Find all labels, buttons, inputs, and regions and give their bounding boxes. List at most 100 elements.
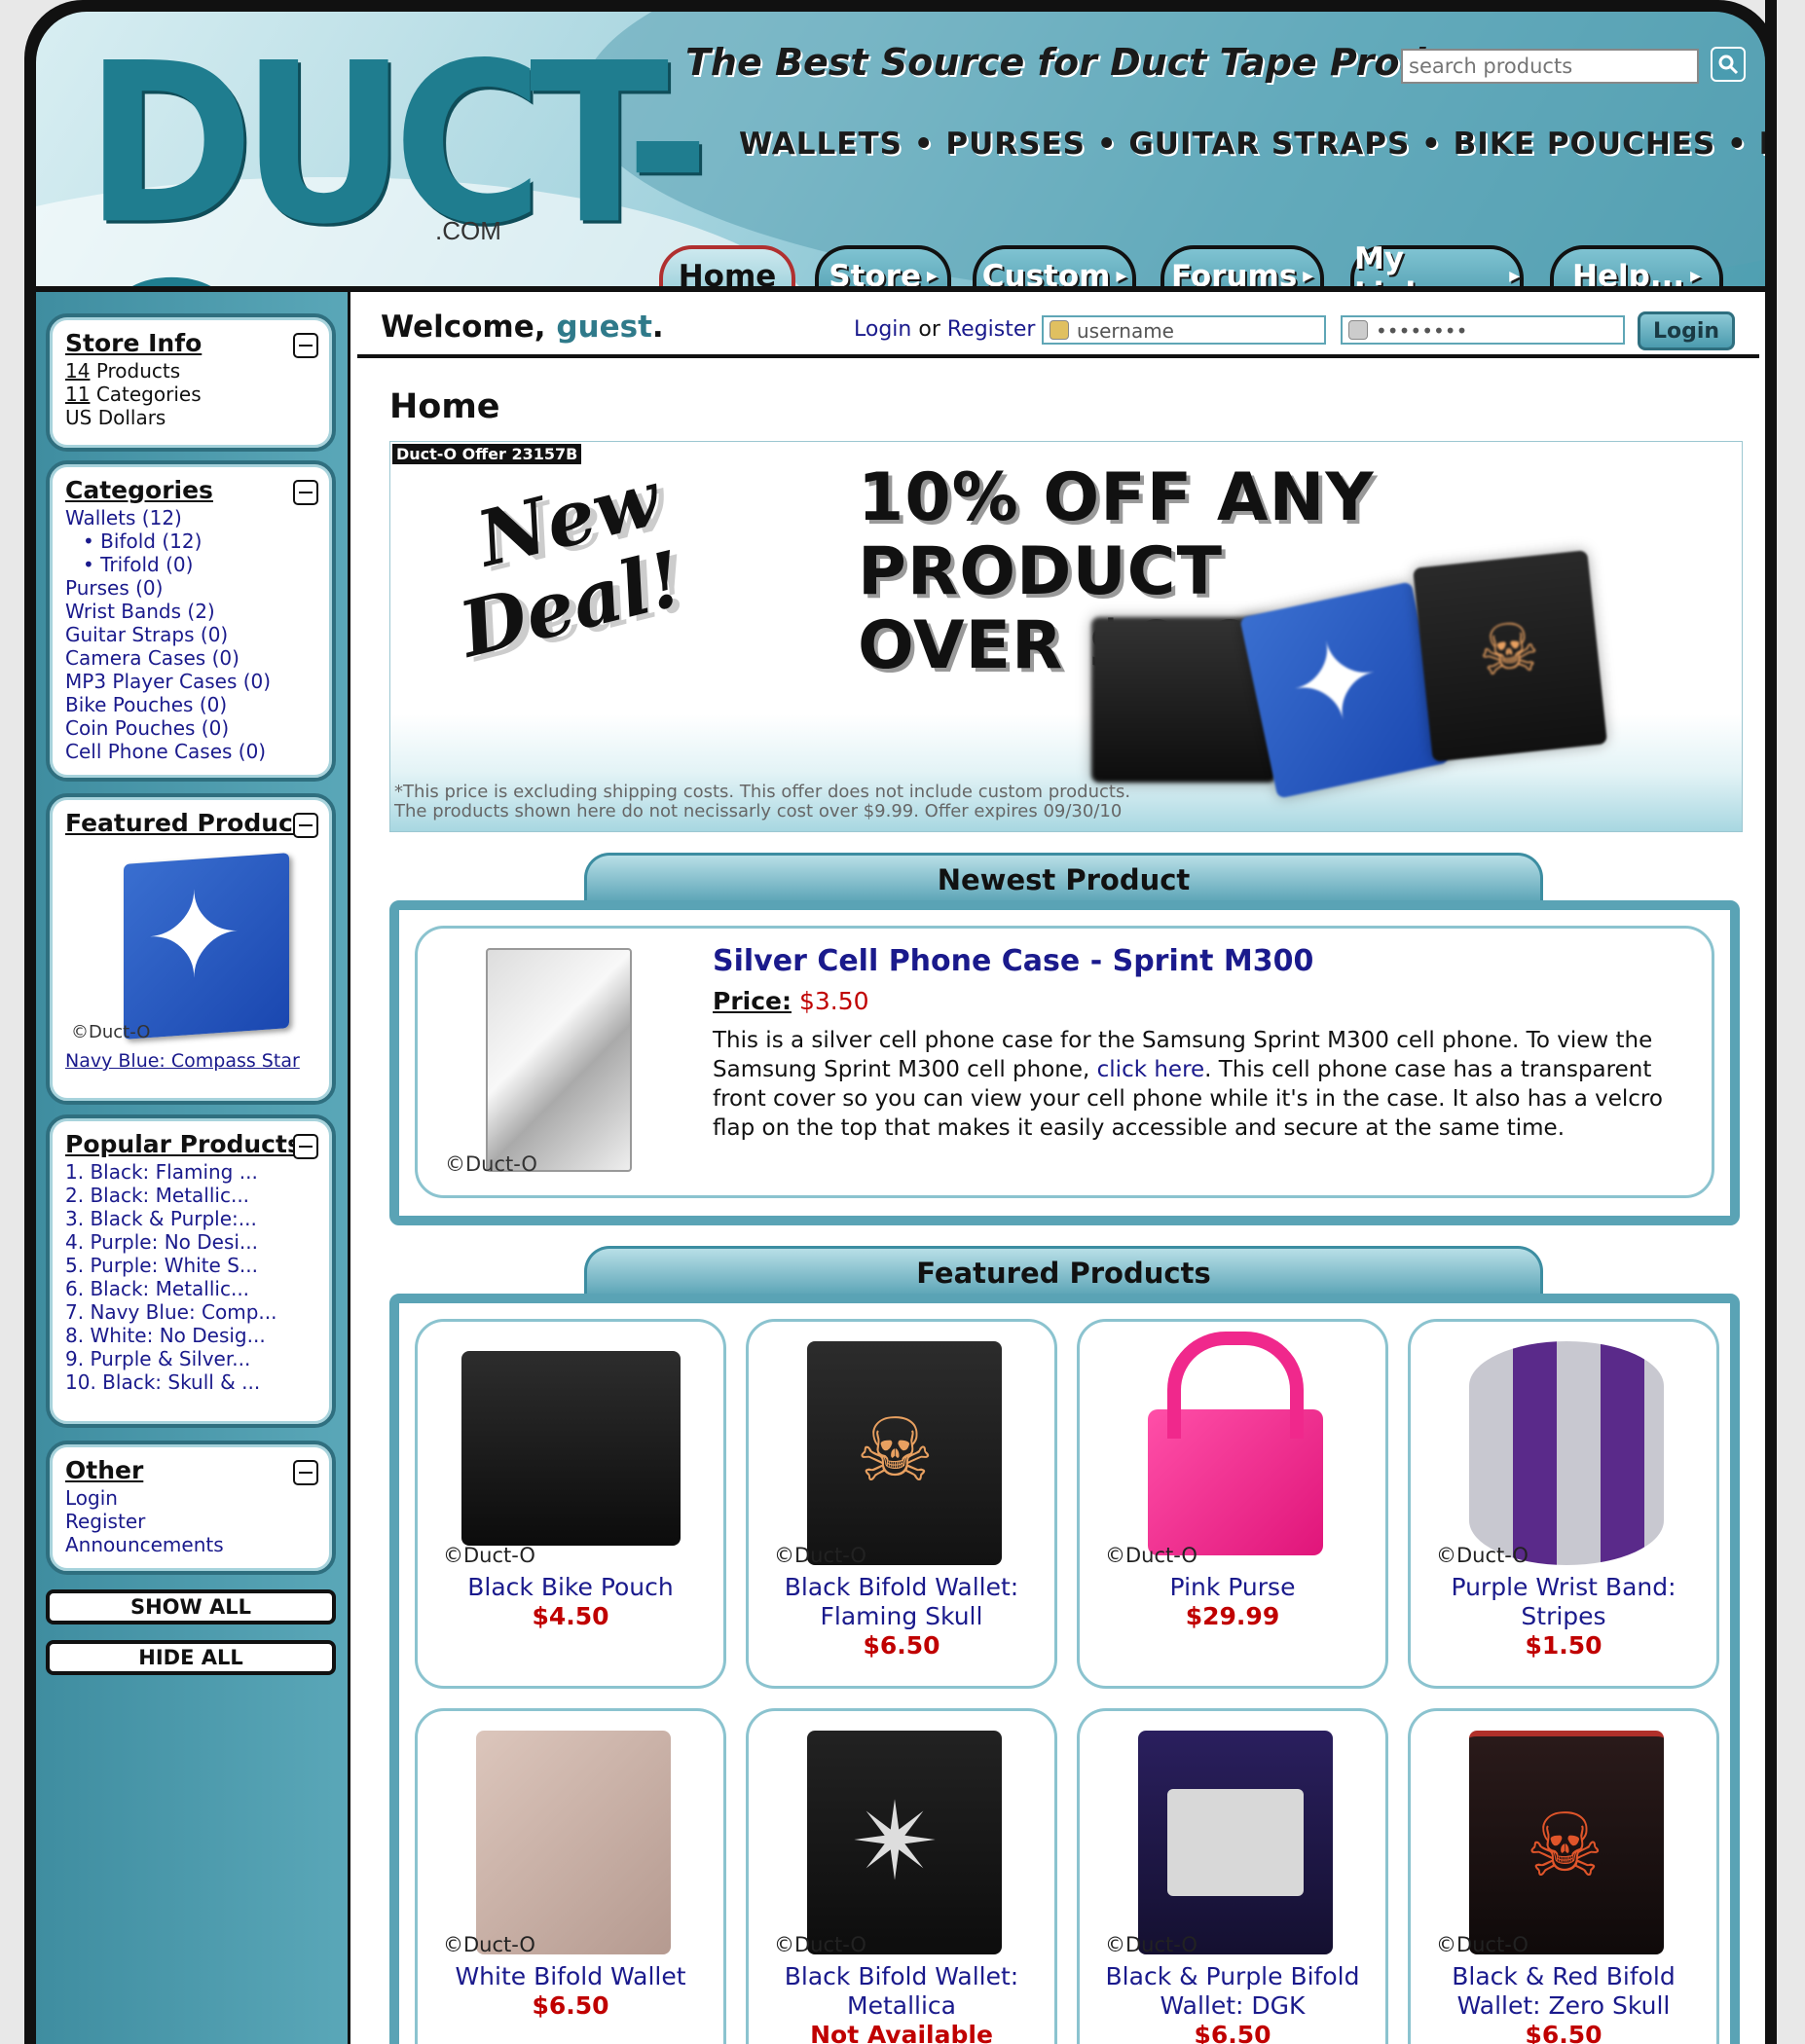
category-link-mp3-cases[interactable]: MP3 Player Cases (0) <box>65 670 316 693</box>
product-image <box>476 1731 671 1954</box>
popular-item[interactable]: 3. Black & Purple:... <box>65 1207 316 1230</box>
chevron-right-icon: ▶ <box>1509 269 1520 284</box>
phone-info-link[interactable]: click here <box>1097 1057 1205 1082</box>
product-card[interactable]: ©Duct-O Black & Purple Bifold Wallet: DG… <box>1077 1708 1388 2044</box>
tab-home[interactable]: Home <box>659 245 795 286</box>
product-name[interactable]: Black Bike Pouch <box>418 1573 723 1602</box>
popular-item[interactable]: 10. Black: Skull & ... <box>65 1370 316 1394</box>
product-card[interactable]: ✴ ©Duct-O Black Bifold Wallet: Metallica… <box>746 1708 1057 2044</box>
tab-help[interactable]: Help... ▶ <box>1550 245 1723 286</box>
collapse-toggle[interactable] <box>293 1460 318 1485</box>
popular-item[interactable]: 4. Purple: No Desi... <box>65 1230 316 1254</box>
category-link-bike-pouches[interactable]: Bike Pouches (0) <box>65 693 316 716</box>
login-button[interactable]: Login <box>1638 311 1735 350</box>
category-link-cell-phone-cases[interactable]: Cell Phone Cases (0) <box>65 740 316 763</box>
other-link-register[interactable]: Register <box>65 1510 316 1533</box>
product-image: ☠ <box>807 1341 1002 1565</box>
product-card[interactable]: ©Duct-O Purple Wrist Band: Stripes $1.50 <box>1408 1319 1719 1689</box>
popular-item[interactable]: 1. Black: Flaming ... <box>65 1160 316 1184</box>
headline-line: 10% OFF ANY PRODUCT <box>858 459 1375 610</box>
product-image <box>1469 1341 1664 1565</box>
featured-product-link[interactable]: Navy Blue: Compass Star <box>65 1049 316 1073</box>
category-link-coin-pouches[interactable]: Coin Pouches (0) <box>65 716 316 740</box>
username-field[interactable]: username <box>1042 315 1326 345</box>
popular-item[interactable]: 9. Purple & Silver... <box>65 1347 316 1370</box>
popular-item[interactable]: 5. Purple: White S... <box>65 1254 316 1277</box>
categories-count[interactable]: 11 <box>65 383 90 406</box>
product-name[interactable]: Black Bifold Wallet: Flaming Skull <box>749 1573 1054 1631</box>
category-label: Trifold (0) <box>100 553 194 576</box>
promo-banner[interactable]: Duct-O Offer 23157B New Deal! 10% OFF AN… <box>389 441 1743 832</box>
collapse-toggle[interactable] <box>293 480 318 505</box>
category-link-camera-cases[interactable]: Camera Cases (0) <box>65 646 316 670</box>
store-info-title[interactable]: Store Info <box>65 329 316 357</box>
price-label: Price: <box>713 987 792 1015</box>
category-link-bifold[interactable]: • Bifold (12) <box>65 529 316 553</box>
offer-tag: Duct-O Offer 23157B <box>392 444 582 464</box>
newest-product-card: ©Duct-O Silver Cell Phone Case - Sprint … <box>415 926 1714 1198</box>
product-card[interactable]: ©Duct-O Black Bike Pouch $4.50 <box>415 1319 726 1689</box>
popular-item[interactable]: 6. Black: Metallic... <box>65 1277 316 1300</box>
product-name[interactable]: Pink Purse <box>1080 1573 1385 1602</box>
site-logo[interactable]: DUCT-O .COM <box>85 34 710 286</box>
other-title[interactable]: Other <box>65 1456 316 1484</box>
product-card[interactable]: ©Duct-O Pink Purse $29.99 <box>1077 1319 1388 1689</box>
hide-all-button[interactable]: HIDE ALL <box>46 1640 336 1675</box>
show-all-button[interactable]: SHOW ALL <box>46 1589 336 1624</box>
products-count[interactable]: 14 <box>65 359 90 383</box>
category-link-purses[interactable]: Purses (0) <box>65 576 316 600</box>
popular-item[interactable]: 2. Black: Metallic... <box>65 1184 316 1207</box>
product-card[interactable]: ☠ ©Duct-O Black Bifold Wallet: Flaming S… <box>746 1319 1057 1689</box>
category-link-wallets[interactable]: Wallets (12) <box>65 506 316 529</box>
newest-product-heading: Newest Product <box>584 853 1543 903</box>
product-name[interactable]: Black & Red Bifold Wallet: Zero Skull <box>1411 1962 1716 2021</box>
tab-store[interactable]: Store ▶ <box>815 245 951 286</box>
search-input[interactable] <box>1401 49 1699 84</box>
skull-icon: ☠ <box>1474 606 1544 693</box>
product-image: ☠ <box>1469 1731 1664 1954</box>
featured-product-title[interactable]: Featured Product <box>65 809 316 837</box>
category-link-guitar-straps[interactable]: Guitar Straps (0) <box>65 623 316 646</box>
site-header: DUCT-O .COM The Best Source for Duct Tap… <box>36 12 1765 286</box>
collapse-toggle[interactable] <box>293 813 318 838</box>
main-nav: Home Store ▶ Custom ▶ Forums ▶ My Links ▶ He… <box>36 241 1765 286</box>
collapse-toggle[interactable] <box>293 1134 318 1159</box>
copyright-watermark: ©Duct-O <box>445 1152 537 1176</box>
newest-product-title[interactable]: Silver Cell Phone Case - Sprint M300 <box>713 944 1313 978</box>
phone-case-image[interactable] <box>486 948 632 1172</box>
product-name[interactable]: Purple Wrist Band: Stripes <box>1411 1573 1716 1631</box>
tab-forums[interactable]: Forums ▶ <box>1160 245 1324 286</box>
category-link-trifold[interactable]: • Trifold (0) <box>65 553 316 576</box>
popular-products-title[interactable]: Popular Products <box>65 1130 316 1158</box>
fine-print-line: *This price is excluding shipping costs.… <box>394 782 1131 802</box>
categories-title[interactable]: Categories <box>65 476 316 504</box>
product-name[interactable]: Black & Purple Bifold Wallet: DGK <box>1080 1962 1385 2021</box>
currency-label: US Dollars <box>65 406 166 429</box>
fine-print-line: The products shown here do not necissarl… <box>394 801 1123 821</box>
product-name[interactable]: White Bifold Wallet <box>418 1962 723 1991</box>
search-icon <box>1718 55 1739 75</box>
featured-product-image[interactable]: ✦ ©Duct-O <box>71 849 289 1043</box>
product-card[interactable]: ☠ ©Duct-O Black & Red Bifold Wallet: Zer… <box>1408 1708 1719 2044</box>
tab-my-links[interactable]: My Links ▶ <box>1350 241 1524 286</box>
tab-custom[interactable]: Custom ▶ <box>973 245 1136 286</box>
popular-item[interactable]: 7. Navy Blue: Comp... <box>65 1300 316 1324</box>
category-link-wrist-bands[interactable]: Wrist Bands (2) <box>65 600 316 623</box>
product-price: $29.99 <box>1185 1602 1280 1630</box>
product-name[interactable]: Black Bifold Wallet: Metallica <box>749 1962 1054 2021</box>
tab-label: My Links <box>1354 241 1444 286</box>
skull-icon: ☠ <box>856 1400 935 1502</box>
collapse-toggle[interactable] <box>293 333 318 358</box>
login-links: Login or Register <box>854 317 1035 342</box>
product-price: $6.50 <box>532 1991 609 2020</box>
other-link-login[interactable]: Login <box>65 1486 316 1510</box>
password-field[interactable]: •••••••• <box>1341 315 1625 345</box>
username-placeholder: username <box>1077 319 1174 343</box>
product-card[interactable]: ©Duct-O White Bifold Wallet $6.50 <box>415 1708 726 2044</box>
login-link[interactable]: Login <box>854 317 911 342</box>
other-link-announcements[interactable]: Announcements <box>65 1533 316 1556</box>
register-link[interactable]: Register <box>947 317 1036 342</box>
popular-item[interactable]: 8. White: No Desig... <box>65 1324 316 1347</box>
lock-icon <box>1348 320 1368 340</box>
search-button[interactable] <box>1711 47 1746 82</box>
